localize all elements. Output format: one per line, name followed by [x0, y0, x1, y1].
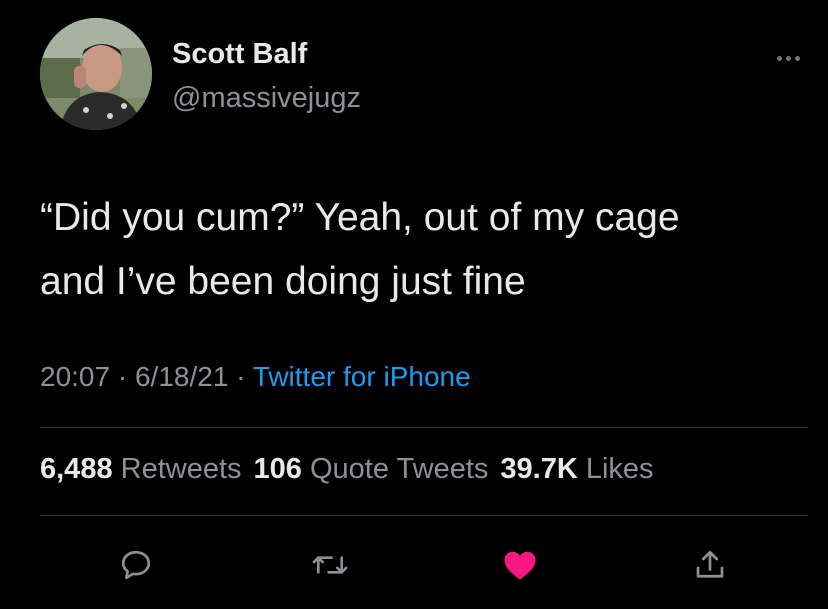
- retweet-icon: [312, 556, 348, 574]
- tweet-stats: 6,488 Retweets 106 Quote Tweets 39.7K Like…: [40, 453, 654, 486]
- likes-stat[interactable]: 39.7K Likes: [500, 453, 653, 485]
- tweet-date[interactable]: 6/18/21: [135, 361, 228, 392]
- share-button[interactable]: [688, 543, 732, 587]
- divider: [40, 515, 808, 516]
- tweet-meta: 20:07 · 6/18/21 · Twitter for iPhone: [40, 361, 471, 393]
- more-dot-icon: [785, 55, 791, 61]
- quote-tweets-stat[interactable]: 106 Quote Tweets: [254, 453, 489, 485]
- more-dot-icon: [776, 55, 782, 61]
- reply-icon: [121, 550, 151, 580]
- meta-separator: ·: [228, 361, 253, 392]
- tweet-time[interactable]: 20:07: [40, 361, 110, 392]
- avatar-photo: [40, 18, 152, 130]
- tweet-card: Scott Balf @massivejugz “Did you cum?” Y…: [0, 0, 828, 609]
- heart-icon: [504, 551, 536, 580]
- retweets-stat[interactable]: 6,488 Retweets: [40, 453, 242, 485]
- tweet-text-line: and I’ve been doing just fine: [40, 260, 526, 303]
- quote-tweets-label: Quote Tweets: [309, 453, 489, 485]
- tweet-text: “Did you cum?” Yeah, out of my cage and …: [40, 186, 800, 314]
- retweet-button[interactable]: [308, 543, 352, 587]
- more-options-button[interactable]: [770, 46, 806, 70]
- author-handle[interactable]: @massivejugz: [172, 82, 361, 115]
- likes-label: Likes: [585, 453, 654, 485]
- retweets-label: Retweets: [120, 453, 242, 485]
- more-dot-icon: [794, 55, 800, 61]
- like-button[interactable]: [498, 543, 542, 587]
- divider: [40, 427, 808, 428]
- quote-tweets-count: 106: [253, 453, 302, 485]
- tweet-source-link[interactable]: Twitter for iPhone: [253, 361, 471, 392]
- retweets-count: 6,488: [40, 453, 113, 485]
- author-display-name[interactable]: Scott Balf: [172, 38, 307, 71]
- meta-separator: ·: [110, 361, 135, 392]
- likes-count: 39.7K: [500, 453, 578, 485]
- reply-button[interactable]: [114, 543, 158, 587]
- avatar[interactable]: [40, 18, 152, 130]
- share-icon: [696, 550, 724, 578]
- tweet-text-line: “Did you cum?” Yeah, out of my cage: [40, 196, 680, 239]
